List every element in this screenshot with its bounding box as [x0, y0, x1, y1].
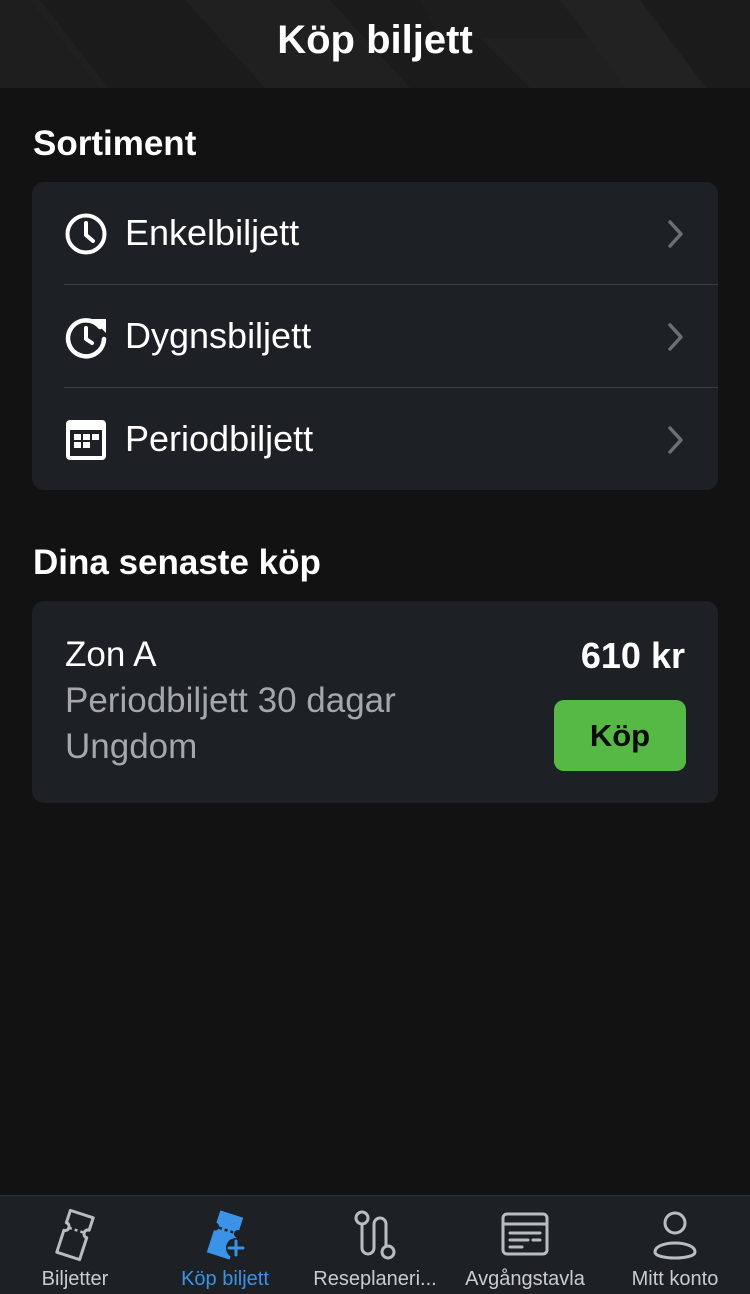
calendar-icon	[66, 420, 106, 460]
recent-purchase-category: Ungdom	[65, 727, 198, 766]
ticket-plus-icon	[206, 1210, 246, 1260]
assortment-item-label: Dygnsbiljett	[125, 315, 312, 356]
route-icon	[354, 1210, 396, 1260]
screen: Köp biljett Sortiment Enkelbiljett Dygns…	[0, 0, 750, 1294]
tab-reseplanerare[interactable]: Reseplaneri...	[300, 1196, 450, 1294]
clock-refresh-icon	[65, 318, 107, 359]
tab-label: Mitt konto	[631, 1268, 719, 1290]
chevron-right-icon	[668, 220, 683, 248]
tab-bar: Biljetter Köp biljett Reseplaneri... Avg…	[0, 1195, 750, 1294]
tab-label: Köp biljett	[181, 1268, 269, 1290]
assortment-title: Sortiment	[33, 124, 197, 163]
chevron-right-icon	[668, 426, 683, 454]
user-icon	[653, 1211, 697, 1260]
assortment-item-label: Enkelbiljett	[125, 212, 300, 253]
chevron-right-icon	[668, 323, 683, 351]
header: Köp biljett	[0, 0, 750, 88]
recent-purchases-title: Dina senaste köp	[33, 543, 321, 582]
tab-mitt-konto[interactable]: Mitt konto	[600, 1196, 750, 1294]
departure-board-icon	[501, 1212, 549, 1256]
assortment-item-dygnsbiljett[interactable]: Dygnsbiljett	[32, 285, 718, 388]
buy-button[interactable]: Köp	[554, 700, 686, 771]
tab-kop-biljett[interactable]: Köp biljett	[150, 1196, 300, 1294]
assortment-item-periodbiljett[interactable]: Periodbiljett	[32, 388, 718, 490]
recent-purchase-price: 610 kr	[580, 635, 685, 676]
tab-avgangstavla[interactable]: Avgångstavla	[450, 1196, 600, 1294]
ticket-icon	[55, 1208, 95, 1262]
assortment-item-label: Periodbiljett	[125, 418, 314, 459]
recent-purchase-card: Zon A Periodbiljett 30 dagar Ungdom 610 …	[32, 601, 718, 803]
clock-icon	[65, 213, 107, 255]
tab-label: Reseplaneri...	[313, 1268, 437, 1290]
page-title: Köp biljett	[277, 18, 473, 62]
tab-label: Avgångstavla	[465, 1268, 585, 1290]
assortment-card: Enkelbiljett Dygnsbiljett Periodbiljett	[32, 182, 718, 490]
assortment-item-enkelbiljett[interactable]: Enkelbiljett	[32, 182, 718, 285]
recent-purchase-type: Periodbiljett 30 dagar	[65, 681, 396, 720]
tab-label: Biljetter	[41, 1268, 109, 1290]
tab-biljetter[interactable]: Biljetter	[0, 1196, 150, 1294]
recent-purchase-zone: Zon A	[65, 635, 157, 674]
